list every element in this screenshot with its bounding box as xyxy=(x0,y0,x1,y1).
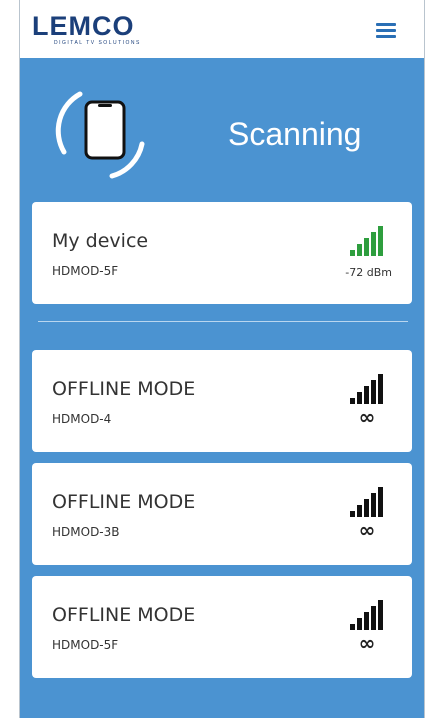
infinity-icon: ∞ xyxy=(358,405,376,429)
infinity-icon: ∞ xyxy=(358,518,376,542)
lemco-logo: LEMCO DIGITAL TV SOLUTIONS xyxy=(32,12,172,46)
signal-strength-icon xyxy=(350,487,383,517)
signal-strength-icon xyxy=(350,374,383,404)
offline-device-card[interactable]: OFFLINE MODE HDMOD-3B ∞ xyxy=(32,463,412,565)
section-divider xyxy=(38,321,408,322)
scanning-status-label: Scanning xyxy=(228,116,362,152)
device-title: OFFLINE MODE xyxy=(52,378,196,400)
logo-wordmark: LEMCO xyxy=(32,11,135,41)
device-title: OFFLINE MODE xyxy=(52,604,196,626)
app-frame: LEMCO DIGITAL TV SOLUTIONS Scanning My d xyxy=(19,0,425,718)
infinity-icon: ∞ xyxy=(358,631,376,655)
signal-strength-value: -72 dBm xyxy=(345,266,392,279)
device-title: My device xyxy=(52,230,149,252)
device-list-screen: Scanning My device HDMOD-5F -72 dBm OFFL… xyxy=(20,58,424,718)
device-model: HDMOD-5F xyxy=(52,264,119,278)
signal-strength-green-icon xyxy=(350,226,383,256)
scan-status-area: Scanning xyxy=(20,58,424,198)
offline-device-card[interactable]: OFFLINE MODE HDMOD-4 ∞ xyxy=(32,350,412,452)
device-title: OFFLINE MODE xyxy=(52,491,196,513)
phone-scanning-icon xyxy=(55,91,145,179)
hamburger-menu-icon[interactable] xyxy=(374,20,398,40)
logo-tagline: DIGITAL TV SOLUTIONS xyxy=(54,40,141,46)
device-model: HDMOD-3B xyxy=(52,525,120,539)
device-model: HDMOD-4 xyxy=(52,412,112,426)
offline-device-card[interactable]: OFFLINE MODE HDMOD-5F ∞ xyxy=(32,576,412,678)
app-header: LEMCO DIGITAL TV SOLUTIONS xyxy=(20,0,424,58)
my-device-card[interactable]: My device HDMOD-5F -72 dBm xyxy=(32,202,412,304)
device-model: HDMOD-5F xyxy=(52,638,119,652)
signal-strength-icon xyxy=(350,600,383,630)
